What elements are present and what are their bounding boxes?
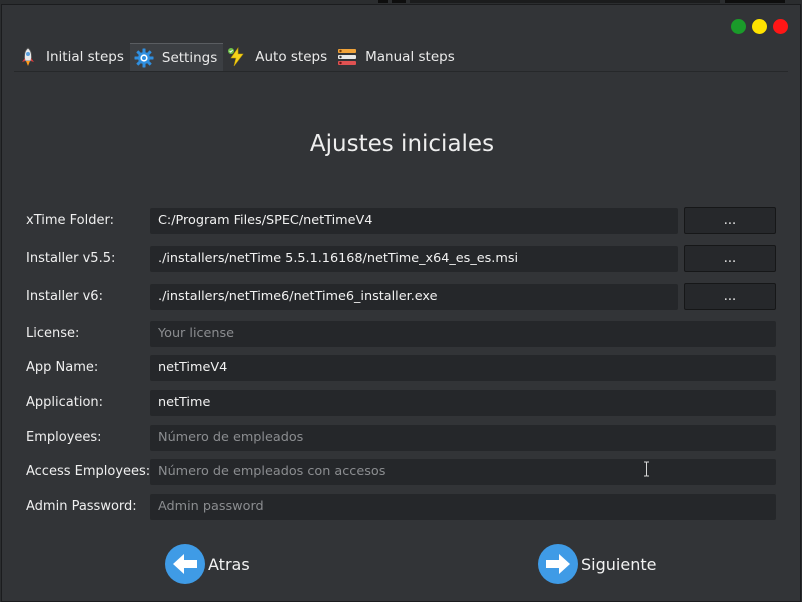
app-name-row: App Name: netTimeV4 bbox=[26, 355, 776, 381]
close-button[interactable] bbox=[773, 19, 788, 34]
installer-v6-label: Installer v6: bbox=[26, 289, 103, 304]
tab-initial-steps-label: Initial steps bbox=[46, 49, 124, 65]
arrow-right-icon bbox=[538, 544, 578, 584]
employees-input[interactable]: Número de empleados bbox=[150, 425, 776, 451]
xtime-folder-input[interactable]: C:/Program Files/SPEC/netTimeV4 bbox=[150, 208, 678, 234]
rocket-icon bbox=[18, 47, 38, 67]
lightning-icon bbox=[227, 47, 247, 67]
employees-label: Employees: bbox=[26, 430, 102, 445]
tab-bar: Initial steps Settings Auto steps Manual… bbox=[14, 43, 461, 71]
installer-v55-input[interactable]: ./installers/netTime 5.5.1.16168/netTime… bbox=[150, 246, 678, 272]
installer-v55-label: Installer v5.5: bbox=[26, 251, 116, 266]
tab-auto-steps[interactable]: Auto steps bbox=[223, 43, 333, 71]
admin-password-row: Admin Password: Admin password bbox=[26, 494, 776, 520]
xtime-folder-browse-button[interactable]: ... bbox=[684, 207, 776, 234]
application-row: Application: netTime bbox=[26, 390, 776, 416]
application-label: Application: bbox=[26, 395, 104, 410]
application-input[interactable]: netTime bbox=[150, 390, 776, 416]
tab-settings-label: Settings bbox=[161, 49, 218, 66]
tab-auto-steps-label: Auto steps bbox=[255, 49, 328, 65]
installer-v55-row: Installer v5.5: ./installers/netTime 5.5… bbox=[26, 245, 776, 272]
access-employees-input[interactable]: Número de empleados con accesos bbox=[150, 459, 776, 485]
next-button[interactable]: Siguiente bbox=[538, 544, 656, 584]
installer-v6-browse-button[interactable]: ... bbox=[684, 283, 776, 310]
license-input[interactable]: Your license bbox=[150, 321, 776, 347]
text-cursor-icon bbox=[644, 461, 649, 477]
admin-password-input[interactable]: Admin password bbox=[150, 494, 776, 520]
license-label: License: bbox=[26, 326, 80, 341]
app-window: Initial steps Settings Auto steps Manual… bbox=[1, 4, 801, 602]
employees-row: Employees: Número de empleados bbox=[26, 425, 776, 451]
maximize-button[interactable] bbox=[752, 19, 767, 34]
back-button-label: Atras bbox=[208, 554, 250, 574]
xtime-folder-label: xTime Folder: bbox=[26, 213, 114, 228]
tab-manual-steps-label: Manual steps bbox=[365, 49, 455, 65]
installer-v6-input[interactable]: ./installers/netTime6/netTime6_installer… bbox=[150, 284, 678, 310]
installer-v6-row: Installer v6: ./installers/netTime6/netT… bbox=[26, 283, 776, 310]
license-row: License: Your license bbox=[26, 321, 776, 347]
gear-icon bbox=[134, 48, 154, 68]
app-name-label: App Name: bbox=[26, 360, 99, 375]
app-name-input[interactable]: netTimeV4 bbox=[150, 355, 776, 381]
minimize-button[interactable] bbox=[731, 19, 746, 34]
tab-divider bbox=[14, 71, 788, 72]
xtime-folder-row: xTime Folder: C:/Program Files/SPEC/netT… bbox=[26, 207, 776, 234]
access-employees-row: Access Employees: Número de empleados co… bbox=[26, 459, 776, 485]
admin-password-label: Admin Password: bbox=[26, 499, 137, 514]
window-controls bbox=[731, 19, 788, 34]
tab-manual-steps[interactable]: Manual steps bbox=[333, 43, 461, 71]
installer-v55-browse-button[interactable]: ... bbox=[684, 245, 776, 272]
access-employees-label: Access Employees: bbox=[26, 464, 151, 479]
page-title: Ajustes iniciales bbox=[309, 131, 495, 157]
tab-initial-steps[interactable]: Initial steps bbox=[14, 43, 130, 71]
arrow-left-icon bbox=[165, 544, 205, 584]
back-button[interactable]: Atras bbox=[165, 544, 250, 584]
next-button-label: Siguiente bbox=[581, 554, 657, 574]
tab-settings[interactable]: Settings bbox=[129, 43, 224, 71]
checklist-icon bbox=[337, 47, 357, 67]
